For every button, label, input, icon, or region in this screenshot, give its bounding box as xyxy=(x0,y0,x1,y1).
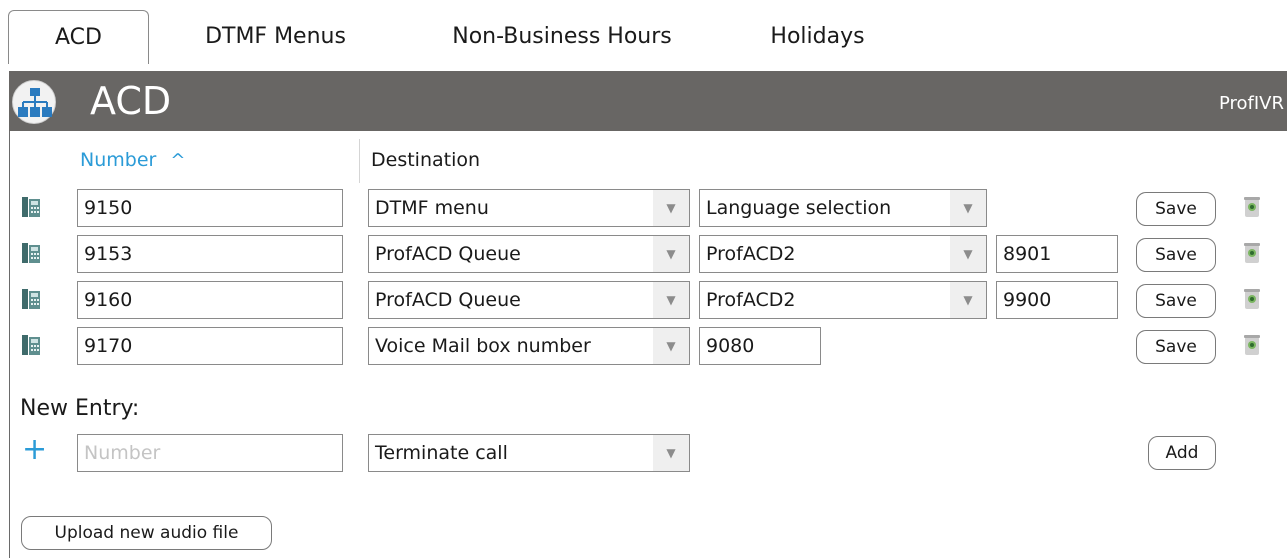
tab-dtmf-menus[interactable]: DTMF Menus xyxy=(178,10,373,64)
trash-icon[interactable] xyxy=(1243,334,1261,356)
tab-holidays[interactable]: Holidays xyxy=(745,10,890,64)
phone-icon xyxy=(22,243,40,263)
brand-label: ProfIVR xyxy=(1218,93,1284,114)
save-button[interactable]: Save xyxy=(1136,238,1216,272)
tab-non-business-hours[interactable]: Non-Business Hours xyxy=(413,10,711,64)
destination-type-select[interactable]: Voice Mail box number ▼ xyxy=(368,327,690,365)
page-title: ACD xyxy=(90,79,172,123)
column-header-number[interactable]: Number ^ xyxy=(80,145,185,175)
save-button[interactable]: Save xyxy=(1136,330,1216,364)
save-button[interactable]: Save xyxy=(1136,284,1216,318)
chevron-down-icon: ▼ xyxy=(653,236,689,272)
destination-target-value: Language selection xyxy=(706,197,892,219)
destination-type-value: ProfACD Queue xyxy=(375,243,521,265)
tab-bar: ACD DTMF Menus Non-Business Hours Holida… xyxy=(0,0,1287,72)
destination-type-select[interactable]: DTMF menu ▼ xyxy=(368,189,690,227)
destination-type-value: Voice Mail box number xyxy=(375,335,591,357)
column-header-number-label: Number xyxy=(80,149,157,171)
plus-icon[interactable]: + xyxy=(22,435,47,465)
extension-input[interactable] xyxy=(996,235,1118,273)
destination-target-select[interactable]: Language selection ▼ xyxy=(699,189,987,227)
number-input[interactable] xyxy=(77,189,343,227)
chevron-down-icon: ▼ xyxy=(653,435,689,471)
phone-icon xyxy=(22,197,40,217)
sort-ascending-icon: ^ xyxy=(170,150,186,171)
destination-type-value: ProfACD Queue xyxy=(375,289,521,311)
column-header-destination: Destination xyxy=(371,149,481,171)
extension-input[interactable] xyxy=(996,281,1118,319)
chevron-down-icon: ▼ xyxy=(653,190,689,226)
new-destination-type-select[interactable]: Terminate call ▼ xyxy=(368,434,690,472)
chevron-down-icon: ▼ xyxy=(653,328,689,364)
phone-icon xyxy=(22,335,40,355)
page-header xyxy=(9,71,1287,131)
upload-audio-button[interactable]: Upload new audio file xyxy=(21,516,272,550)
new-number-input[interactable] xyxy=(77,434,343,472)
destination-target-value: ProfACD2 xyxy=(706,243,796,265)
number-input[interactable] xyxy=(77,235,343,273)
trash-icon[interactable] xyxy=(1243,288,1261,310)
save-button[interactable]: Save xyxy=(1136,192,1216,226)
tab-acd[interactable]: ACD xyxy=(8,10,149,64)
destination-type-value: DTMF menu xyxy=(375,197,489,219)
mailbox-number-input[interactable] xyxy=(699,327,821,365)
call-tree-icon xyxy=(12,80,56,124)
column-divider xyxy=(359,139,360,183)
add-button[interactable]: Add xyxy=(1148,436,1216,470)
phone-icon xyxy=(22,289,40,309)
destination-type-select[interactable]: ProfACD Queue ▼ xyxy=(368,281,690,319)
trash-icon[interactable] xyxy=(1243,196,1261,218)
chevron-down-icon: ▼ xyxy=(950,190,986,226)
destination-target-select[interactable]: ProfACD2 ▼ xyxy=(699,235,987,273)
number-input[interactable] xyxy=(77,327,343,365)
chevron-down-icon: ▼ xyxy=(950,236,986,272)
trash-icon[interactable] xyxy=(1243,242,1261,264)
number-input[interactable] xyxy=(77,281,343,319)
destination-type-select[interactable]: ProfACD Queue ▼ xyxy=(368,235,690,273)
destination-target-select[interactable]: ProfACD2 ▼ xyxy=(699,281,987,319)
new-entry-label: New Entry: xyxy=(20,396,140,421)
new-destination-type-value: Terminate call xyxy=(375,442,508,464)
chevron-down-icon: ▼ xyxy=(950,282,986,318)
destination-target-value: ProfACD2 xyxy=(706,289,796,311)
chevron-down-icon: ▼ xyxy=(653,282,689,318)
